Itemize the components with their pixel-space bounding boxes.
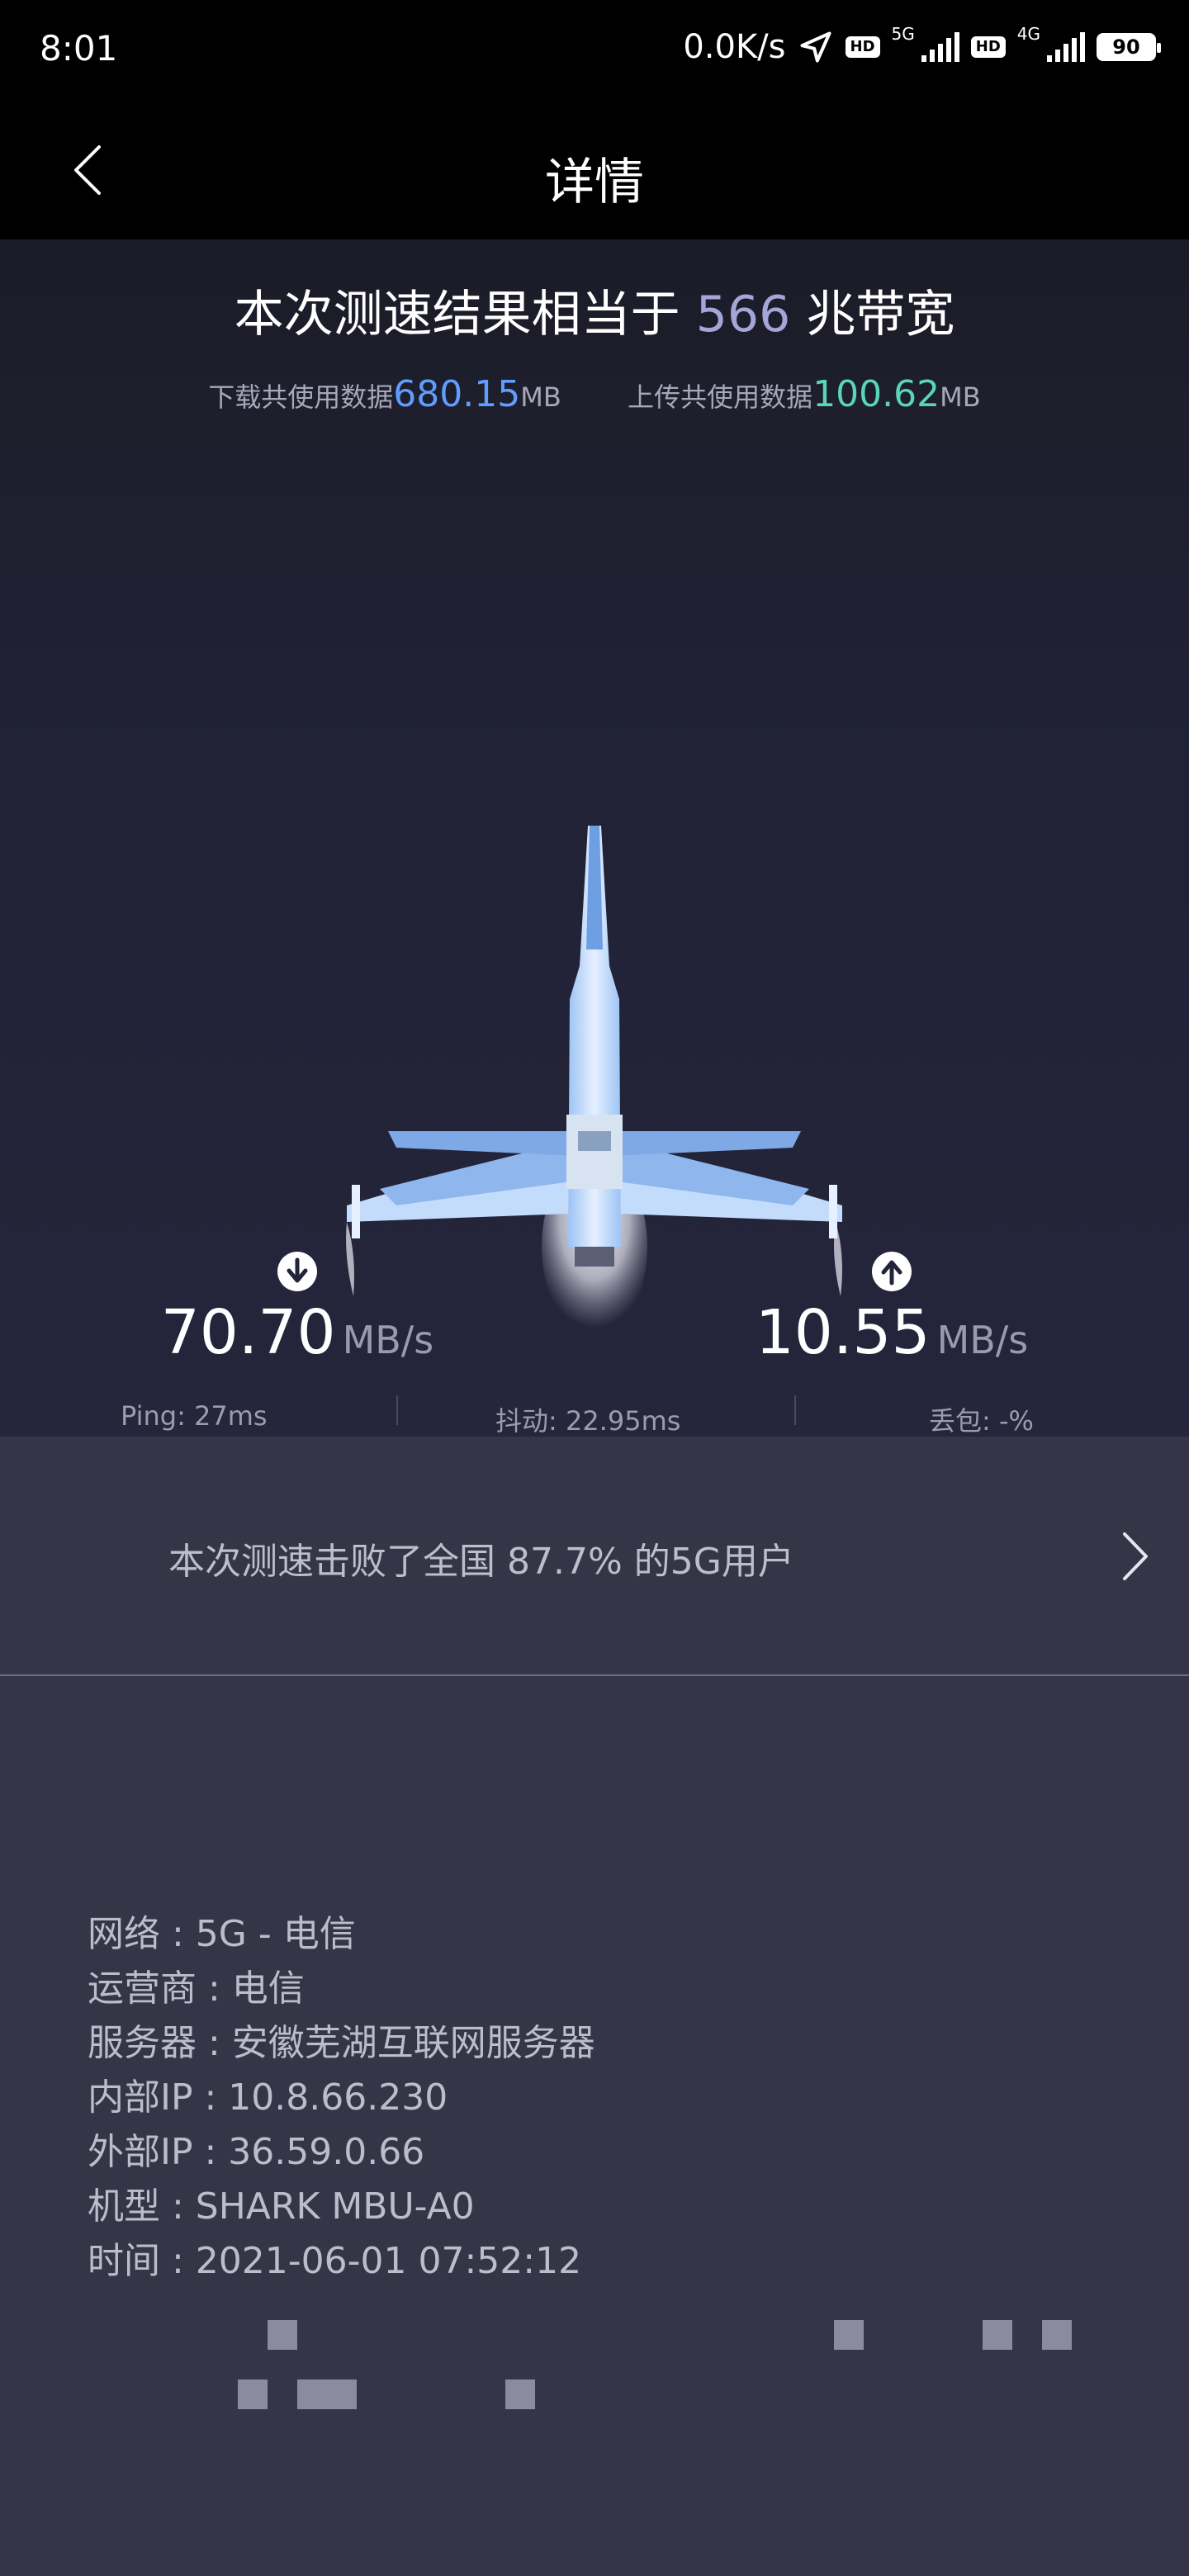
signal-icon [921,32,959,62]
hd-badge: HD [845,36,880,58]
result-hero: 本次测速结果相当于 566 兆带宽 下载共使用数据680.15MB 上传共使用数… [0,239,1189,1437]
redaction-block [327,2379,357,2409]
redaction-block [238,2379,268,2409]
ping-stat: Ping: 27ms [121,1400,268,1432]
redaction-block [1042,2320,1072,2350]
chevron-right-icon [1123,1532,1148,1580]
upload-usage-value: 100.62 [812,373,940,415]
download-arrow-icon [277,1252,317,1291]
network-type-label: 5G [891,24,915,44]
carrier-info: 运营商 : 电信 [88,1968,305,2010]
rank-text: 本次测速击败了全国 87.7% 的5G用户 [168,1541,794,1583]
status-icons: 0.0K/s HD 5G HD 4G 90 [683,24,1161,66]
time-info: 时间 : 2021-06-01 07:52:12 [88,2240,582,2282]
download-usage-unit: MB [520,381,561,413]
jet-illustration [346,826,842,1338]
info-list: 网络 : 5G - 电信 运营商 : 电信 服务器 : 安徽芜湖互联网服务器 内… [88,1907,595,2289]
network-info: 网络 : 5G - 电信 [88,1913,356,1955]
download-usage-value: 680.15 [393,373,521,415]
bandwidth-headline: 本次测速结果相当于 566 兆带宽 [0,274,1189,346]
download-speed-unit: MB/s [342,1318,434,1362]
upload-usage-label: 上传共使用数据 [628,381,813,413]
hd-badge: HD [970,36,1006,58]
upload-speed-value: 10.55 [755,1297,931,1368]
headline-suffix: 兆带宽 [806,286,955,343]
redaction-block [297,2379,327,2409]
rank-row[interactable]: 本次测速击败了全国 87.7% 的5G用户 [0,1437,1189,1676]
download-speed: 70.70 MB/s [0,1251,594,1368]
packet-loss-stat: 丢包: -% [929,1405,1034,1437]
upload-speed: 10.55 MB/s [594,1251,1189,1368]
redaction-block [505,2379,535,2409]
device-model-info: 机型 : SHARK MBU-A0 [88,2185,475,2228]
jitter-stat: 抖动: 22.95ms [495,1405,681,1437]
page-title: 详情 [545,154,644,211]
redaction-block [983,2320,1012,2350]
stats-divider [396,1395,398,1425]
download-speed-value: 70.70 [160,1297,336,1368]
network-type-label: 4G [1016,24,1040,44]
external-ip-info: 外部IP : 36.59.0.66 [88,2131,425,2173]
battery-icon: 90 [1097,33,1161,61]
status-bar: 8:01 0.0K/s HD 5G HD 4G 90 [0,0,1189,99]
internal-ip-info: 内部IP : 10.8.66.230 [88,2076,448,2119]
redaction-block [834,2320,864,2350]
upload-arrow-icon [872,1252,912,1291]
upload-usage-unit: MB [940,381,981,413]
server-info: 服务器 : 安徽芜湖互联网服务器 [88,2022,595,2064]
upload-speed-unit: MB/s [936,1318,1029,1362]
headline-prefix: 本次测速结果相当于 [234,286,680,343]
signal-icon [1047,32,1085,62]
status-time: 8:01 [40,28,118,69]
network-speed: 0.0K/s [683,28,786,66]
info-section: 网络 : 5G - 电信 运营商 : 电信 服务器 : 安徽芜湖互联网服务器 内… [0,1676,1189,2576]
location-icon [799,31,831,63]
redaction-block [268,2320,297,2350]
download-usage-label: 下载共使用数据 [208,381,394,413]
stats-divider [794,1395,796,1425]
data-usage: 下载共使用数据680.15MB 上传共使用数据100.62MB [0,373,1189,415]
title-bar: 详情 [0,99,1189,239]
headline-bandwidth-value: 566 [695,286,791,343]
